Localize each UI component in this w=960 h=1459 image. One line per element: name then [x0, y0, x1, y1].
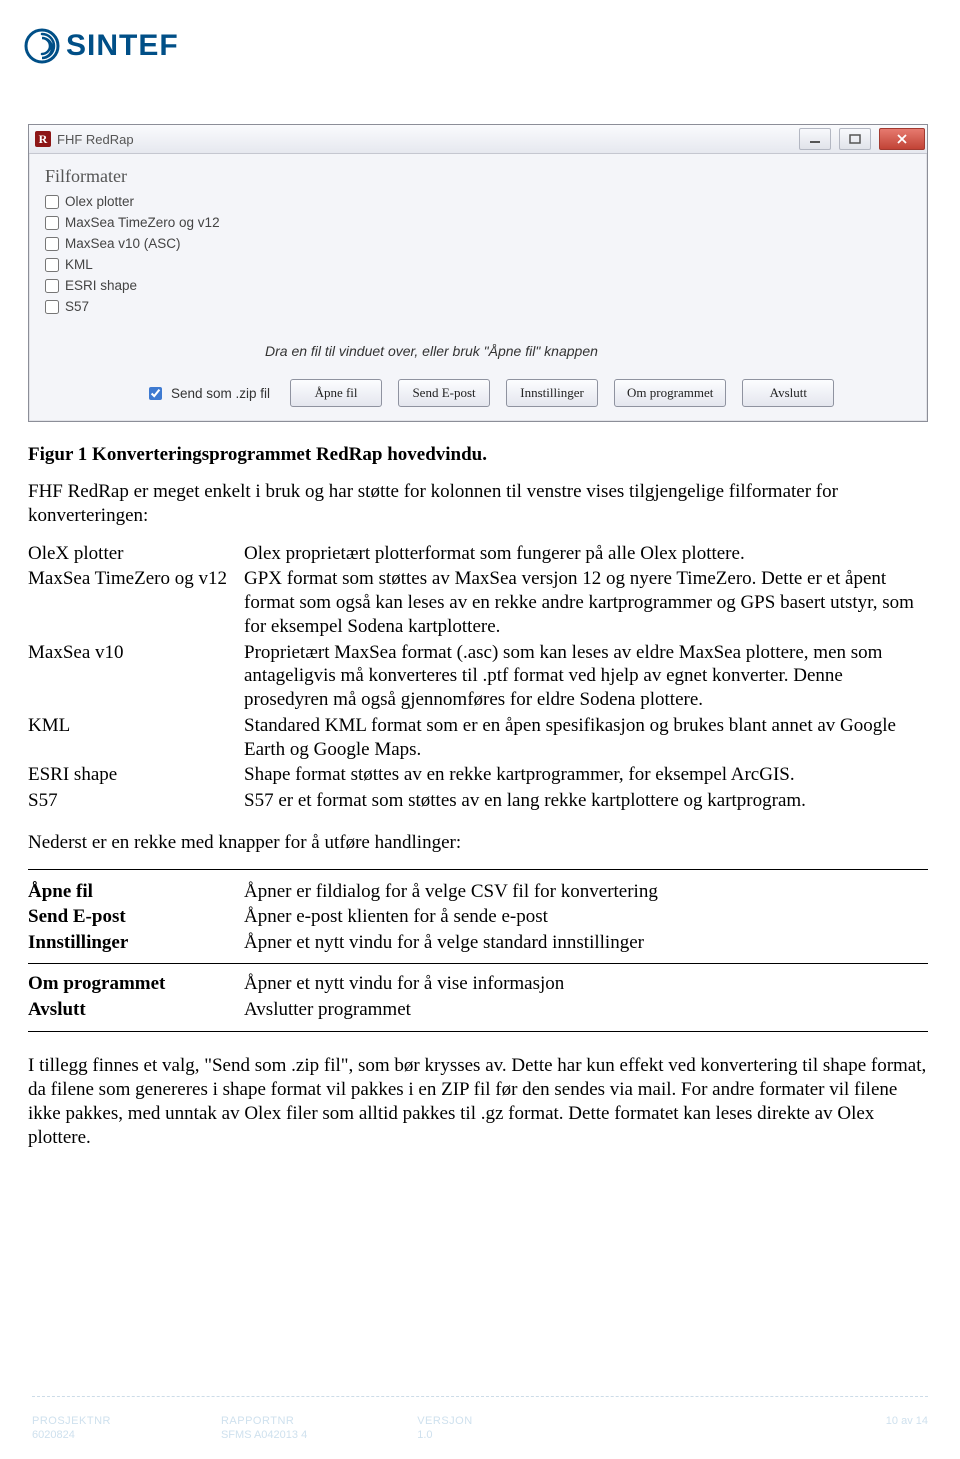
format-label: MaxSea v10 (ASC)	[65, 236, 181, 251]
table-row: Send E-post Åpner e-post klienten for å s…	[28, 905, 928, 931]
format-checkbox[interactable]	[45, 237, 59, 251]
send-zip-toggle[interactable]: Send som .zip fil	[145, 384, 270, 403]
format-row[interactable]: MaxSea v10 (ASC)	[45, 233, 911, 254]
footer-label: VERSJON	[417, 1415, 472, 1427]
def-name: OleX plotter	[28, 542, 244, 568]
footer-divider	[32, 1396, 928, 1397]
format-checkbox[interactable]	[45, 258, 59, 272]
def-desc: Olex proprietært plotterformat som funge…	[244, 542, 928, 568]
format-definitions: OleX plotterOlex proprietært plotterform…	[28, 542, 928, 815]
sintef-icon	[24, 28, 60, 64]
intro-paragraph: FHF RedRap er meget enkelt i bruk og har…	[28, 480, 928, 528]
def-name: ESRI shape	[28, 763, 244, 789]
def-name: KML	[28, 714, 244, 764]
table-row: S57S57 er et format som støttes av en la…	[28, 789, 928, 815]
page-number: 10 av 14	[886, 1415, 928, 1441]
figure-caption: Figur 1 Konverteringsprogrammet RedRap h…	[28, 444, 928, 466]
exit-button[interactable]: Avslutt	[742, 379, 834, 407]
def-name: MaxSea v10	[28, 641, 244, 714]
format-row[interactable]: ESRI shape	[45, 275, 911, 296]
action-definitions-1: Åpne fil Åpner er fildialog for å velge C…	[28, 880, 928, 957]
send-zip-label: Send som .zip fil	[171, 386, 270, 401]
table-row: KMLStandared KML format som er en åpen s…	[28, 714, 928, 764]
format-label: S57	[65, 299, 89, 314]
footer-label: PROSJEKTNR	[32, 1415, 111, 1427]
table-row: Åpne fil Åpner er fildialog for å velge C…	[28, 880, 928, 906]
divider	[28, 1031, 928, 1032]
table-row: Innstillinger Åpner et nytt vindu for å v…	[28, 931, 928, 957]
def-name: Innstillinger	[28, 932, 128, 953]
window-title: FHF RedRap	[57, 132, 134, 147]
def-desc: Åpner e-post klienten for å sende e-post	[244, 905, 928, 931]
minimize-button[interactable]	[799, 128, 831, 150]
def-desc: Åpner er fildialog for å velge CSV fil f…	[244, 880, 928, 906]
def-name: S57	[28, 789, 244, 815]
drop-hint: Dra en fil til vinduet over, eller bruk …	[265, 343, 911, 359]
def-desc: GPX format som støttes av MaxSea versjon…	[244, 567, 928, 640]
outro-paragraph: I tillegg finnes et valg, "Send som .zip…	[28, 1054, 928, 1149]
maximize-button[interactable]	[839, 128, 871, 150]
def-desc: S57 er et format som støttes av en lang …	[244, 789, 928, 815]
send-zip-checkbox[interactable]	[149, 387, 162, 400]
divider	[28, 963, 928, 964]
app-icon: R	[35, 131, 51, 147]
table-row: OleX plotterOlex proprietært plotterform…	[28, 542, 928, 568]
format-checkbox[interactable]	[45, 216, 59, 230]
send-email-button[interactable]: Send E-post	[398, 379, 490, 407]
settings-button[interactable]: Innstillinger	[506, 379, 598, 407]
page-footer: PROSJEKTNR 6020824 RAPPORTNR SFMS A04201…	[32, 1415, 928, 1441]
format-row[interactable]: Olex plotter	[45, 191, 911, 212]
actions-intro: Nederst er en rekke med knapper for å ut…	[28, 831, 928, 855]
def-name: MaxSea TimeZero og v12	[28, 567, 244, 640]
format-row[interactable]: MaxSea TimeZero og v12	[45, 212, 911, 233]
footer-label: RAPPORTNR	[221, 1415, 307, 1427]
format-label: Olex plotter	[65, 194, 134, 209]
brand-name: SINTEF	[66, 29, 179, 63]
brand-logo: SINTEF	[24, 28, 928, 64]
format-checkbox[interactable]	[45, 195, 59, 209]
table-row: Om programmet Åpner et nytt vindu for å v…	[28, 972, 928, 998]
footer-value: SFMS A042013 4	[221, 1429, 307, 1441]
def-name: Avslutt	[28, 999, 86, 1020]
def-desc: Avslutter programmet	[244, 998, 928, 1024]
table-row: MaxSea v10Proprietært MaxSea format (.as…	[28, 641, 928, 714]
format-row[interactable]: S57	[45, 296, 911, 317]
format-label: ESRI shape	[65, 278, 137, 293]
app-window: R FHF RedRap Filformater Olex plotter Ma…	[28, 124, 928, 422]
footer-value: 6020824	[32, 1429, 111, 1441]
def-desc: Åpner et nytt vindu for å vise informasj…	[244, 972, 928, 998]
format-checkbox[interactable]	[45, 279, 59, 293]
close-button[interactable]	[879, 128, 925, 150]
format-label: MaxSea TimeZero og v12	[65, 215, 220, 230]
def-name: Om programmet	[28, 973, 165, 994]
section-title: Filformater	[45, 166, 911, 187]
def-name: Åpne fil	[28, 881, 93, 902]
def-name: Send E-post	[28, 906, 126, 927]
titlebar: R FHF RedRap	[29, 125, 927, 154]
about-button[interactable]: Om programmet	[614, 379, 726, 407]
def-desc: Åpner et nytt vindu for å velge standard…	[244, 931, 928, 957]
table-row: ESRI shapeShape format støttes av en rek…	[28, 763, 928, 789]
footer-value: 1.0	[417, 1429, 472, 1441]
table-row: Avslutt Avslutter programmet	[28, 998, 928, 1024]
open-file-button[interactable]: Åpne fil	[290, 379, 382, 407]
def-desc: Shape format støttes av en rekke kartpro…	[244, 763, 928, 789]
divider	[28, 869, 928, 870]
def-desc: Proprietært MaxSea format (.asc) som kan…	[244, 641, 928, 714]
action-definitions-2: Om programmet Åpner et nytt vindu for å v…	[28, 972, 928, 1024]
format-label: KML	[65, 257, 93, 272]
table-row: MaxSea TimeZero og v12GPX format som stø…	[28, 567, 928, 640]
format-row[interactable]: KML	[45, 254, 911, 275]
def-desc: Standared KML format som er en åpen spes…	[244, 714, 928, 764]
format-checkbox[interactable]	[45, 300, 59, 314]
